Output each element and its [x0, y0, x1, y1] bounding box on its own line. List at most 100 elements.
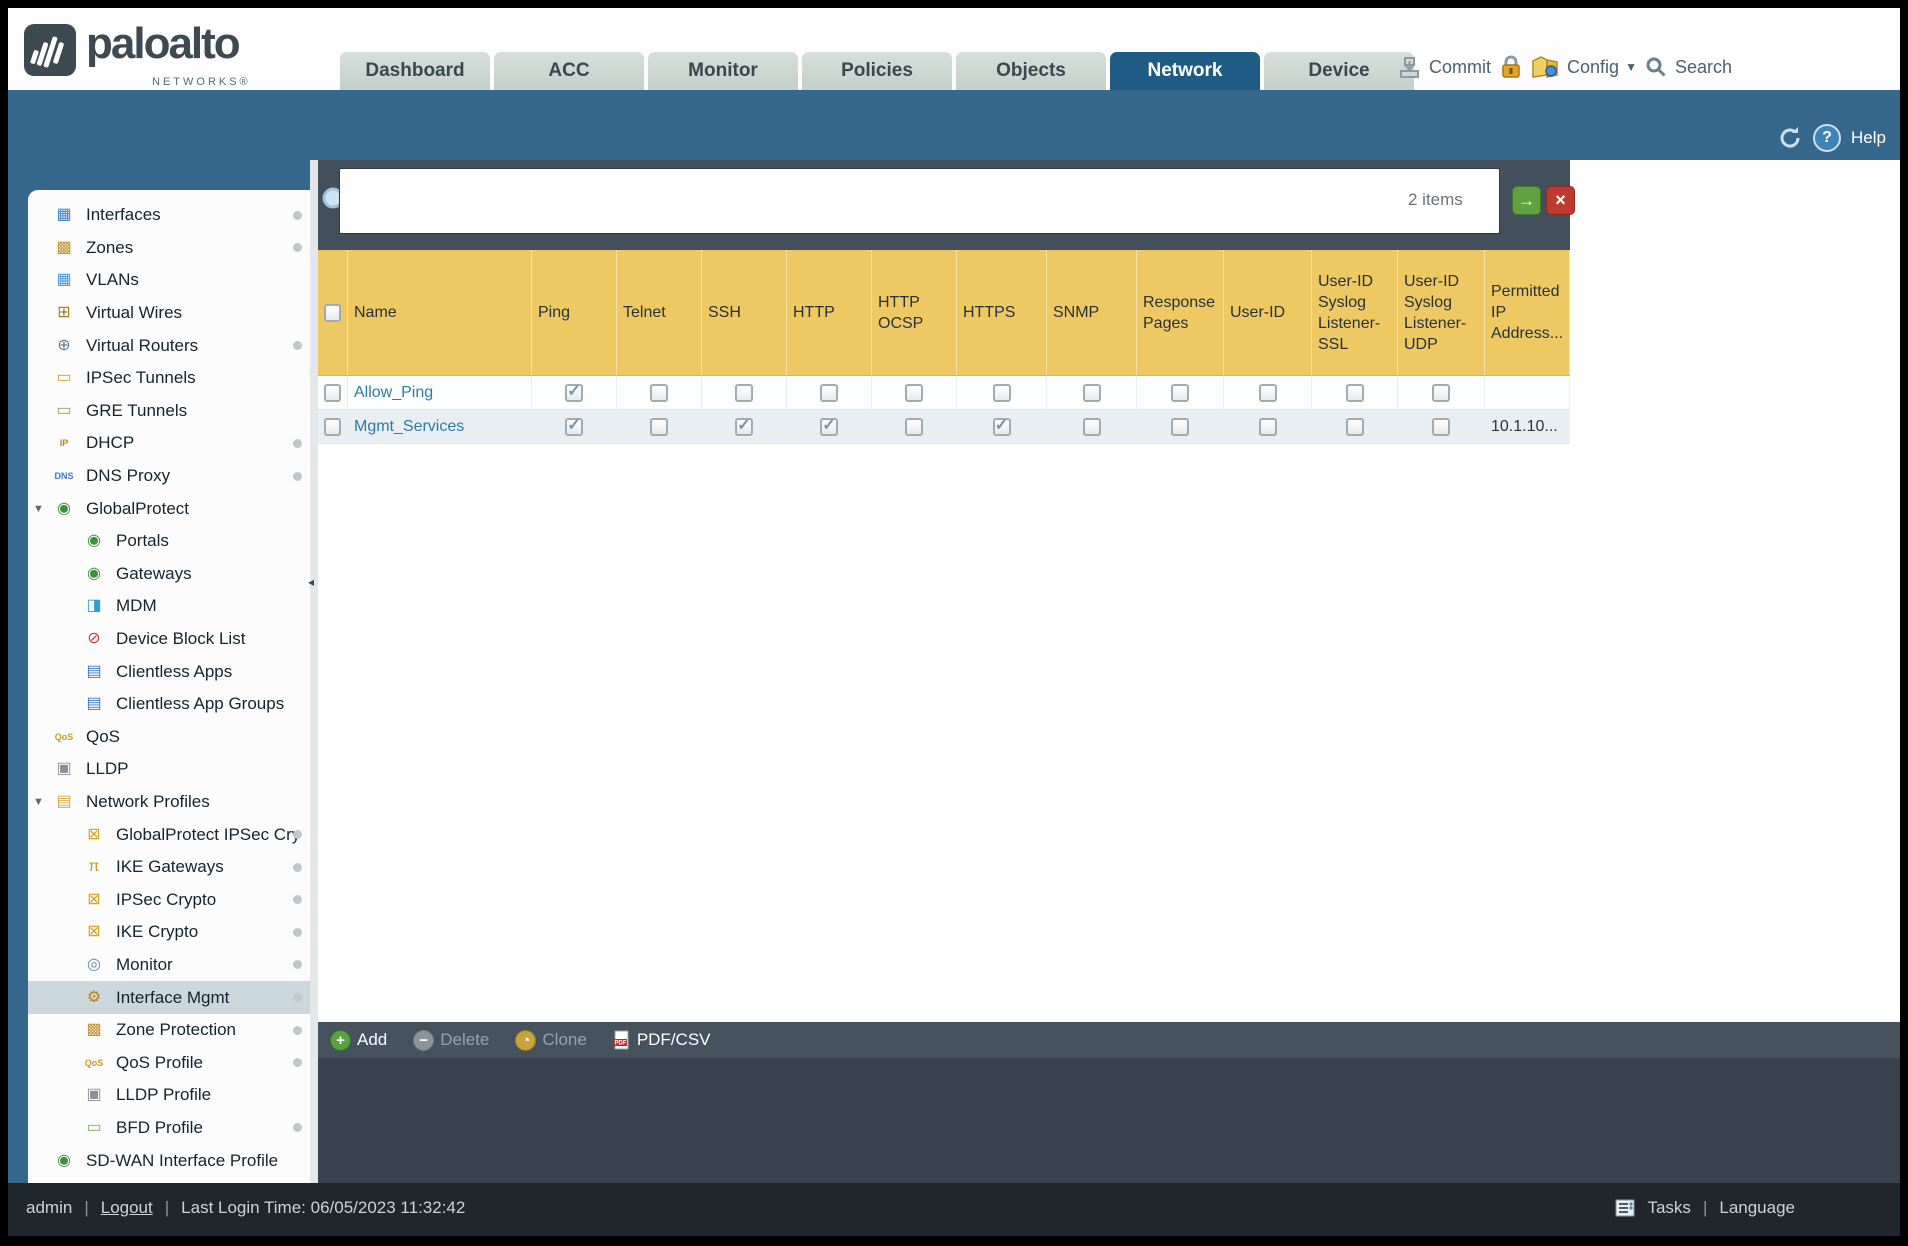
tasks-button[interactable]: Tasks: [1647, 1198, 1690, 1218]
sidebar-item-virtual-routers[interactable]: ⊕ Virtual Routers: [28, 329, 310, 362]
checkbox-allow-ping-http-ocsp[interactable]: [905, 383, 923, 402]
checkbox-mgmt-services-response-pages[interactable]: [1171, 417, 1189, 436]
sidebar-item-network-profiles[interactable]: ▼ ▤ Network Profiles: [28, 786, 310, 819]
sidebar-item-gre-tunnels[interactable]: ▭ GRE Tunnels: [28, 395, 310, 428]
help-icon[interactable]: ?: [1813, 124, 1842, 152]
delete-button[interactable]: − Delete: [413, 1029, 489, 1051]
sidebar-item-qos-profile[interactable]: QoS QoS Profile: [28, 1046, 310, 1079]
checkbox-mgmt-services-https[interactable]: [992, 417, 1011, 436]
language-button[interactable]: Language: [1719, 1198, 1795, 1218]
checkbox-allow-ping-snmp[interactable]: [1082, 383, 1101, 402]
checkbox-mgmt-services-http[interactable]: [820, 417, 838, 436]
checkbox-allow-ping-ping[interactable]: [565, 383, 583, 402]
sidebar-item-gateways[interactable]: ◉ Gateways: [28, 558, 310, 591]
sidebar-item-dhcp[interactable]: IP DHCP: [28, 427, 310, 460]
checkbox-allow-ping-http[interactable]: [820, 383, 838, 402]
sidebar-splitter[interactable]: ◂: [308, 160, 318, 1183]
column-header-http-ocsp[interactable]: HTTP OCSP: [872, 250, 957, 375]
checkbox-mgmt-services-user-id-syslog-listener-udp[interactable]: [1432, 417, 1450, 436]
checkbox-allow-ping-ssh[interactable]: [735, 383, 753, 402]
column-header-response-pages[interactable]: Response Pages: [1137, 250, 1224, 375]
sidebar-item-clientless-app-groups[interactable]: ▤ Clientless App Groups: [28, 688, 310, 721]
tab-network[interactable]: Network: [1110, 52, 1260, 90]
checkbox-mgmt-services-http-ocsp[interactable]: [905, 417, 923, 436]
sidebar-item-sd-wan-interface-profile[interactable]: ◉ SD-WAN Interface Profile: [28, 1144, 310, 1177]
column-header-name[interactable]: Name: [348, 250, 532, 375]
row-select-checkbox[interactable]: [324, 417, 341, 436]
clear-filter-button[interactable]: ×: [1546, 186, 1575, 215]
config-menu[interactable]: Config: [1567, 57, 1619, 78]
column-header-user-id-syslog-listener-udp[interactable]: User-ID Syslog Listener-UDP: [1398, 250, 1485, 375]
sidebar-item-bfd-profile[interactable]: ▭ BFD Profile: [28, 1112, 310, 1145]
column-header-telnet[interactable]: Telnet: [617, 250, 702, 375]
profile-name-link[interactable]: Mgmt_Services: [354, 418, 464, 436]
checkbox-mgmt-services-telnet[interactable]: [650, 417, 668, 436]
sidebar-item-monitor[interactable]: ◎ Monitor: [28, 949, 310, 982]
tree-expander-icon[interactable]: ▼: [33, 796, 44, 808]
profile-name-link[interactable]: Allow_Ping: [354, 384, 433, 402]
column-header-permitted-ip-address[interactable]: Permitted IP Address...: [1485, 250, 1570, 375]
column-header-http[interactable]: HTTP: [787, 250, 872, 375]
sidebar-item-device-block-list[interactable]: ⊘ Device Block List: [28, 623, 310, 656]
sidebar-item-portals[interactable]: ◉ Portals: [28, 525, 310, 558]
chevron-down-icon[interactable]: ▼: [1625, 60, 1637, 74]
sidebar-item-ipsec-crypto[interactable]: ⊠ IPSec Crypto: [28, 883, 310, 916]
commit-button[interactable]: Commit: [1429, 57, 1491, 78]
sidebar-item-vlans[interactable]: ▦ VLANs: [28, 264, 310, 297]
sidebar-item-interface-mgmt[interactable]: ⚙ Interface Mgmt: [28, 981, 310, 1014]
sidebar-item-clientless-apps[interactable]: ▤ Clientless Apps: [28, 655, 310, 688]
zones-icon: ▩: [56, 238, 72, 256]
sidebar-item-zones[interactable]: ▩ Zones: [28, 232, 310, 265]
tab-policies[interactable]: Policies: [802, 52, 952, 90]
column-header-https[interactable]: HTTPS: [957, 250, 1047, 375]
sidebar-item-lldp-profile[interactable]: ▣ LLDP Profile: [28, 1079, 310, 1112]
collapse-sidebar-icon[interactable]: ◂: [308, 575, 314, 589]
checkbox-allow-ping-telnet[interactable]: [650, 383, 668, 402]
column-header-ping[interactable]: Ping: [532, 250, 617, 375]
checkbox-mgmt-services-ssh[interactable]: [735, 417, 753, 436]
sidebar-item-qos[interactable]: QoS QoS: [28, 721, 310, 754]
sidebar-item-interfaces[interactable]: ▦ Interfaces: [28, 199, 310, 232]
checkbox-allow-ping-response-pages[interactable]: [1171, 383, 1189, 402]
help-label[interactable]: Help: [1851, 128, 1886, 148]
sidebar-item-virtual-wires[interactable]: ⊞ Virtual Wires: [28, 297, 310, 330]
sidebar-item-mdm[interactable]: ◨ MDM: [28, 590, 310, 623]
sidebar-item-ike-crypto[interactable]: ⊠ IKE Crypto: [28, 916, 310, 949]
logout-link[interactable]: Logout: [101, 1198, 153, 1218]
sidebar-item-dns-proxy[interactable]: DNS DNS Proxy: [28, 460, 310, 493]
checkbox-allow-ping-user-id-syslog-listener-ssl[interactable]: [1345, 383, 1364, 402]
lock-icon[interactable]: [1499, 54, 1523, 80]
refresh-icon[interactable]: [1777, 125, 1803, 151]
apply-filter-button[interactable]: →: [1512, 186, 1541, 215]
tab-device[interactable]: Device: [1264, 52, 1414, 90]
filter-input[interactable]: [339, 168, 1500, 234]
sidebar-item-ike-gateways[interactable]: π IKE Gateways: [28, 851, 310, 884]
column-header-user-id-syslog-listener-ssl[interactable]: User-ID Syslog Listener-SSL: [1312, 250, 1398, 375]
clone-button[interactable]: ◔ Clone: [515, 1029, 587, 1051]
tab-acc[interactable]: ACC: [494, 52, 644, 90]
checkbox-mgmt-services-user-id-syslog-listener-ssl[interactable]: [1345, 417, 1364, 436]
checkbox-allow-ping-https[interactable]: [992, 383, 1011, 402]
sidebar-item-zone-protection[interactable]: ▩ Zone Protection: [28, 1014, 310, 1047]
column-header-user-id[interactable]: User-ID: [1224, 250, 1312, 375]
checkbox-allow-ping-user-id-syslog-listener-udp[interactable]: [1432, 383, 1450, 402]
checkbox-mgmt-services-ping[interactable]: [565, 417, 583, 436]
checkbox-mgmt-services-snmp[interactable]: [1082, 417, 1101, 436]
sidebar-item-globalprotect-ipsec-crypto[interactable]: ⊠ GlobalProtect IPSec Crypto: [28, 818, 310, 851]
tab-objects[interactable]: Objects: [956, 52, 1106, 90]
checkbox-allow-ping-user-id[interactable]: [1258, 383, 1277, 402]
row-select-checkbox[interactable]: [324, 383, 341, 402]
sidebar-item-globalprotect[interactable]: ▼ ◉ GlobalProtect: [28, 492, 310, 525]
column-header-snmp[interactable]: SNMP: [1047, 250, 1137, 375]
add-button[interactable]: + Add: [330, 1029, 387, 1051]
tree-expander-icon[interactable]: ▼: [33, 503, 44, 515]
pdf-csv-button[interactable]: PDF PDF/CSV: [612, 1030, 711, 1050]
column-header-ssh[interactable]: SSH: [702, 250, 787, 375]
search-button[interactable]: Search: [1675, 57, 1732, 78]
tab-dashboard[interactable]: Dashboard: [340, 52, 490, 90]
checkbox-mgmt-services-user-id[interactable]: [1258, 417, 1277, 436]
sidebar-item-ipsec-tunnels[interactable]: ▭ IPSec Tunnels: [28, 362, 310, 395]
sidebar-item-lldp[interactable]: ▣ LLDP: [28, 753, 310, 786]
select-all-checkbox[interactable]: [324, 303, 341, 322]
tab-monitor[interactable]: Monitor: [648, 52, 798, 90]
